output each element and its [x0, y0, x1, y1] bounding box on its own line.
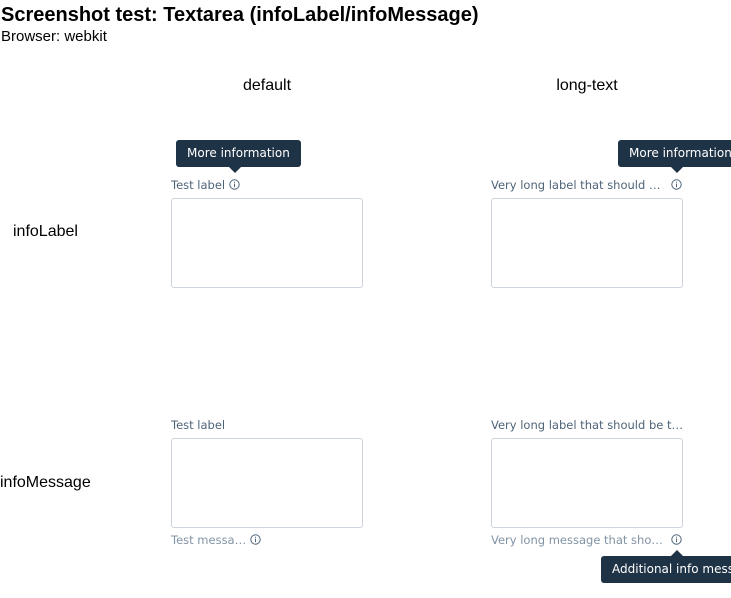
textarea-input[interactable]	[171, 438, 363, 528]
textarea-message: Very long message that should be truncat…	[491, 533, 665, 547]
textarea-message: Test message	[171, 533, 247, 547]
info-circle-icon[interactable]	[250, 534, 261, 545]
tooltip-text: More information	[187, 146, 290, 160]
textarea-label: Very long label that should be truncated	[491, 418, 683, 432]
tooltip-arrow	[229, 167, 241, 173]
row-header-info-message: infoMessage	[0, 474, 91, 491]
page-title: Screenshot test: Textarea (infoLabel/inf…	[1, 4, 479, 26]
tooltip-arrow	[671, 167, 683, 173]
info-tooltip: More information	[176, 140, 301, 173]
column-header-long-text: long-text	[556, 77, 618, 94]
textarea-label: Very long label that should be truncated	[491, 178, 665, 192]
browser-name: Browser: webkit	[1, 28, 107, 45]
textarea-label: Test label	[171, 418, 226, 432]
column-header-default: default	[242, 77, 292, 94]
tooltip-arrow	[671, 550, 683, 556]
screenshot-page: Screenshot test: Textarea (infoLabel/inf…	[0, 0, 731, 598]
info-circle-icon[interactable]	[229, 179, 240, 190]
row-header-info-label: infoLabel	[13, 223, 78, 240]
info-tooltip: Additional info message	[601, 550, 731, 583]
textarea-label: Test label	[171, 178, 226, 192]
info-circle-icon[interactable]	[671, 179, 682, 190]
tooltip-text: Additional info message	[612, 562, 731, 576]
textarea-input[interactable]	[491, 438, 683, 528]
tooltip-text: More information	[629, 146, 731, 160]
textarea-input[interactable]	[171, 198, 363, 288]
textarea-input[interactable]	[491, 198, 683, 288]
info-circle-icon[interactable]	[671, 534, 682, 545]
info-tooltip: More information	[618, 140, 731, 173]
